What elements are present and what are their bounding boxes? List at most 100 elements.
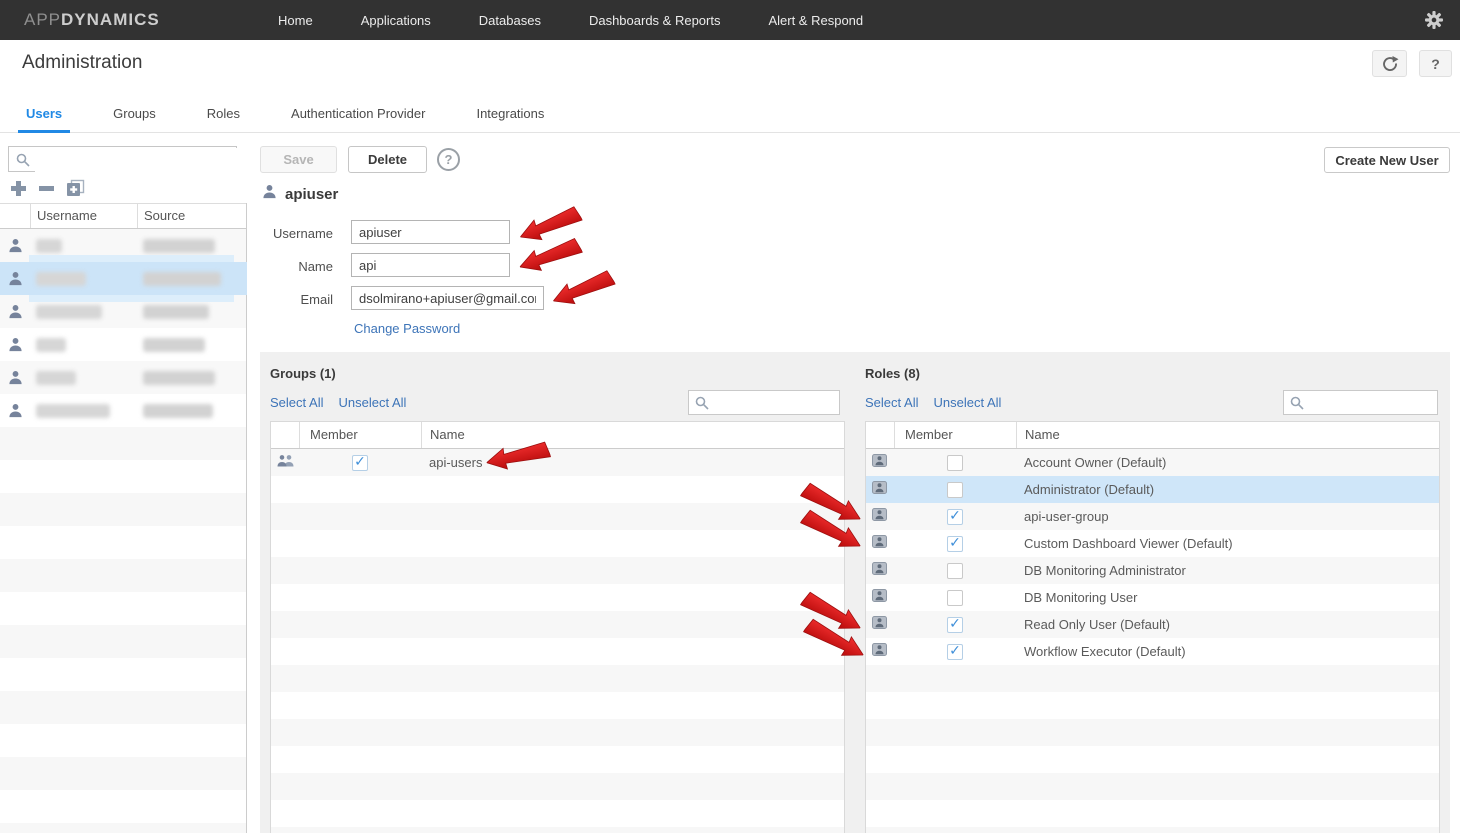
refresh-button[interactable] xyxy=(1372,50,1407,77)
user-icon xyxy=(8,238,23,258)
groups-search-input[interactable] xyxy=(713,392,837,415)
table-row-workflow-executor-default[interactable]: Workflow Executor (Default) xyxy=(866,638,1439,665)
member-checkbox[interactable] xyxy=(947,536,963,552)
groups-unselect-all-link[interactable]: Unselect All xyxy=(338,395,406,410)
selected-user-heading: apiuser xyxy=(262,184,338,204)
icon-column-header xyxy=(866,422,894,448)
redacted-source xyxy=(143,239,215,253)
annotation-arrow-name xyxy=(515,233,584,279)
tab-groups[interactable]: Groups xyxy=(105,106,164,133)
member-column-header: Member xyxy=(894,422,1016,448)
member-checkbox[interactable] xyxy=(947,455,963,471)
member-checkbox[interactable] xyxy=(947,482,963,498)
member-checkbox[interactable] xyxy=(352,455,368,471)
change-password-link[interactable]: Change Password xyxy=(354,321,460,336)
remove-user-icon[interactable] xyxy=(38,180,55,197)
nav-item-databases[interactable]: Databases xyxy=(479,13,541,28)
username-field[interactable] xyxy=(351,220,510,244)
member-checkbox[interactable] xyxy=(947,644,963,660)
email-label: Email xyxy=(233,292,333,307)
nav-item-dashboards-reports[interactable]: Dashboards & Reports xyxy=(589,13,721,28)
roles-search-input[interactable] xyxy=(1308,392,1435,415)
groups-select-all-link[interactable]: Select All xyxy=(270,395,323,410)
groups-table-rows: api-users xyxy=(271,449,844,833)
email-field[interactable] xyxy=(351,286,544,310)
user-search-input[interactable] xyxy=(35,148,237,172)
redacted-source xyxy=(143,272,221,286)
create-new-user-button[interactable]: Create New User xyxy=(1324,147,1450,173)
table-row-account-owner-default[interactable]: Account Owner (Default) xyxy=(866,449,1439,476)
help-button[interactable]: ? xyxy=(1419,50,1452,77)
groups-panel-title: Groups (1) xyxy=(270,366,336,381)
user-icon xyxy=(8,403,23,423)
role-icon xyxy=(872,643,887,661)
role-icon xyxy=(872,562,887,580)
user-row[interactable] xyxy=(0,328,247,361)
user-row[interactable] xyxy=(0,262,247,295)
tab-users[interactable]: Users xyxy=(18,106,70,133)
row-name: Administrator (Default) xyxy=(1016,482,1439,497)
row-name: DB Monitoring User xyxy=(1016,590,1439,605)
nav-item-home[interactable]: Home xyxy=(278,13,313,28)
groups-search-box xyxy=(688,390,840,415)
row-name: Workflow Executor (Default) xyxy=(1016,644,1439,659)
table-row-api-users[interactable]: api-users xyxy=(271,449,844,476)
nav-item-alert-respond[interactable]: Alert & Respond xyxy=(768,13,863,28)
table-row-custom-dashboard-viewer-default[interactable]: Custom Dashboard Viewer (Default) xyxy=(866,530,1439,557)
user-icon xyxy=(8,370,23,390)
duplicate-user-icon[interactable] xyxy=(66,179,85,197)
role-icon xyxy=(872,616,887,634)
role-icon xyxy=(872,535,887,553)
member-checkbox[interactable] xyxy=(947,509,963,525)
refresh-icon xyxy=(1381,55,1399,72)
member-checkbox[interactable] xyxy=(947,590,963,606)
role-icon xyxy=(872,508,887,526)
save-button[interactable]: Save xyxy=(260,146,337,173)
app-window: APPDYNAMICS HomeApplicationsDatabasesDas… xyxy=(0,0,1460,833)
table-row-administrator-default[interactable]: Administrator (Default) xyxy=(866,476,1439,503)
redacted-source xyxy=(143,371,215,385)
user-search-box xyxy=(8,146,237,172)
settings-gear-icon[interactable] xyxy=(1425,11,1443,29)
group-icon xyxy=(277,454,294,472)
name-field[interactable] xyxy=(351,253,510,277)
roles-table-rows: Account Owner (Default) Administrator (De… xyxy=(866,449,1439,833)
delete-button[interactable]: Delete xyxy=(348,146,427,173)
user-table-header: Username Source xyxy=(0,203,247,229)
user-list-toolbar xyxy=(10,179,85,197)
user-icon xyxy=(8,304,23,324)
user-row[interactable] xyxy=(0,361,247,394)
username-label: Username xyxy=(233,226,333,241)
user-icon xyxy=(8,271,23,291)
user-icon xyxy=(262,184,277,204)
tab-roles[interactable]: Roles xyxy=(199,106,248,133)
member-checkbox[interactable] xyxy=(947,617,963,633)
table-row-read-only-user-default[interactable]: Read Only User (Default) xyxy=(866,611,1439,638)
row-name: api-user-group xyxy=(1016,509,1439,524)
user-row[interactable] xyxy=(0,394,247,427)
roles-select-all-link[interactable]: Select All xyxy=(865,395,918,410)
source-column-header: Source xyxy=(137,204,247,228)
role-icon xyxy=(872,481,887,499)
row-name: Custom Dashboard Viewer (Default) xyxy=(1016,536,1439,551)
roles-search-box xyxy=(1283,390,1438,415)
role-icon xyxy=(872,589,887,607)
redacted-source xyxy=(143,305,209,319)
table-row-db-monitoring-administrator[interactable]: DB Monitoring Administrator xyxy=(866,557,1439,584)
table-row-db-monitoring-user[interactable]: DB Monitoring User xyxy=(866,584,1439,611)
form-help-icon[interactable]: ? xyxy=(437,148,460,171)
add-user-icon[interactable] xyxy=(10,180,27,197)
member-checkbox[interactable] xyxy=(947,563,963,579)
roles-panel-title: Roles (8) xyxy=(865,366,920,381)
page-title: Administration xyxy=(22,52,142,74)
redacted-source xyxy=(143,338,205,352)
member-column-header: Member xyxy=(299,422,421,448)
table-row-api-user-group[interactable]: api-user-group xyxy=(866,503,1439,530)
row-name: api-users xyxy=(421,455,844,470)
roles-table-header: Member Name xyxy=(866,422,1439,449)
tab-authentication-provider[interactable]: Authentication Provider xyxy=(283,106,433,133)
logo-dynamics: DYNAMICS xyxy=(61,10,160,30)
nav-item-applications[interactable]: Applications xyxy=(361,13,431,28)
tab-integrations[interactable]: Integrations xyxy=(468,106,552,133)
roles-unselect-all-link[interactable]: Unselect All xyxy=(933,395,1001,410)
